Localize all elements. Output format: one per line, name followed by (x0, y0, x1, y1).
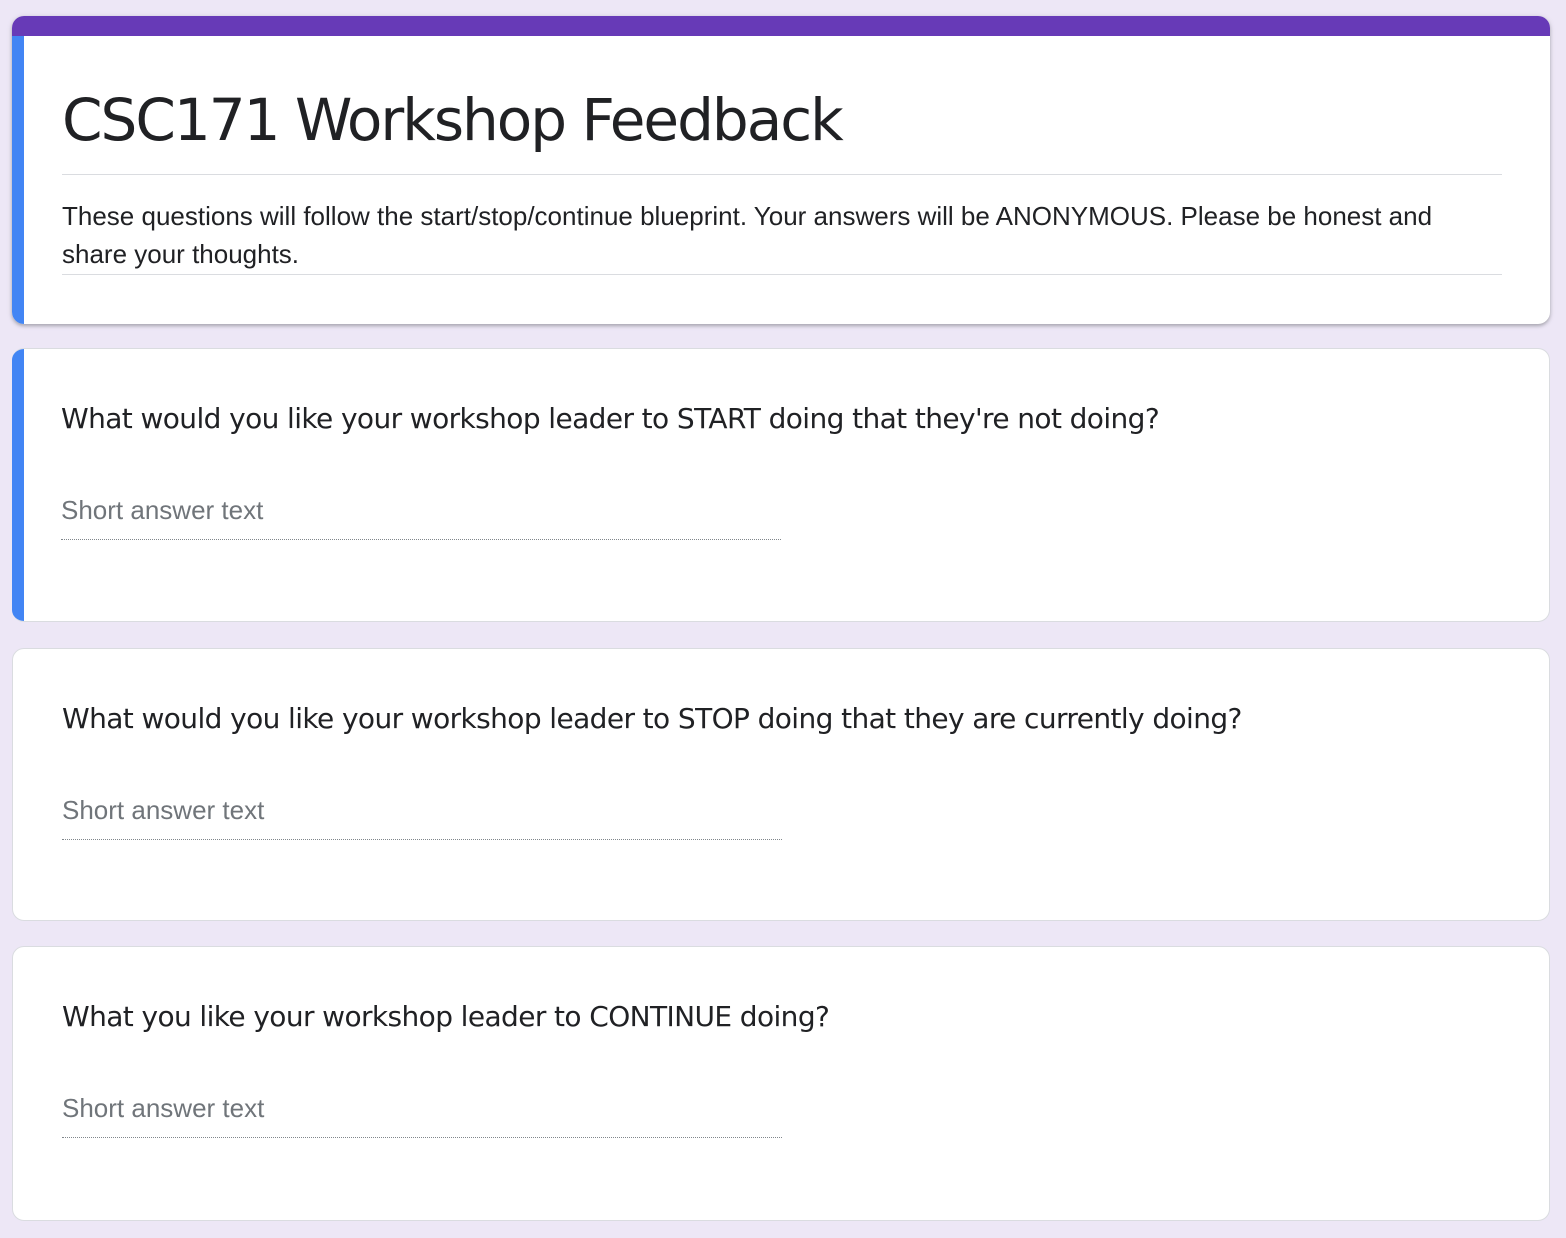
form-header-card[interactable]: CSC171 Workshop Feedback These questions… (12, 16, 1550, 324)
question-title: What would you like your workshop leader… (62, 702, 1242, 735)
question-card-stop[interactable]: What would you like your workshop leader… (12, 648, 1550, 921)
answer-placeholder: Short answer text (62, 795, 265, 825)
question-card-continue[interactable]: What you like your workshop leader to CO… (12, 946, 1550, 1221)
description-underline (62, 274, 1502, 275)
short-answer-field[interactable]: Short answer text (62, 1090, 782, 1138)
active-card-indicator (12, 349, 24, 621)
answer-placeholder: Short answer text (61, 495, 264, 525)
answer-placeholder: Short answer text (62, 1093, 265, 1123)
question-title: What would you like your workshop leader… (61, 402, 1160, 435)
title-underline (62, 174, 1502, 175)
question-card-start[interactable]: What would you like your workshop leader… (12, 348, 1550, 622)
short-answer-field[interactable]: Short answer text (62, 792, 782, 840)
question-title: What you like your workshop leader to CO… (62, 1000, 830, 1033)
short-answer-field[interactable]: Short answer text (61, 492, 781, 540)
form-title[interactable]: CSC171 Workshop Feedback (62, 80, 1502, 160)
active-card-indicator (12, 36, 24, 324)
theme-color-bar (12, 16, 1550, 36)
form-description[interactable]: These questions will follow the start/st… (62, 197, 1502, 273)
